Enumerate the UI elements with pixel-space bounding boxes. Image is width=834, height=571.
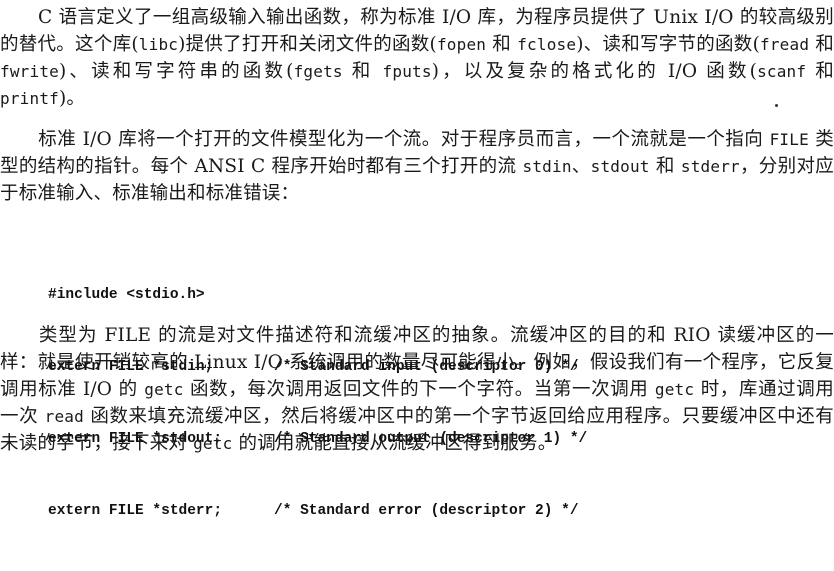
- text-run: )、读和写字节的函数(: [576, 34, 760, 55]
- text-run: )提供了打开和关闭文件的函数(: [178, 34, 437, 55]
- code-comment: /* Standard error (descriptor 2) */: [274, 503, 579, 519]
- code-file: FILE: [769, 130, 809, 149]
- code-fgets: fgets: [293, 62, 343, 81]
- text-run: 和: [806, 61, 834, 82]
- speck-mark: [775, 104, 778, 107]
- code-getc: getc: [144, 380, 184, 399]
- code-fwrite: fwrite: [0, 62, 59, 81]
- text-run: 函数，每次调用返回文件的下一个字符。当第一次调用: [183, 379, 655, 400]
- code-fputs: fputs: [382, 62, 432, 81]
- code-libc: libc: [138, 35, 179, 54]
- text-run: )。: [59, 88, 86, 109]
- code-scanf: scanf: [757, 62, 807, 81]
- paragraph-stdio-intro: C 语言定义了一组高级输入输出函数，称为标准 I/O 库，为程序员提供了 Uni…: [0, 4, 834, 112]
- code-line-stderr: extern FILE *stderr; /* Standard error (d…: [48, 499, 808, 523]
- text-run: 、: [571, 156, 591, 177]
- text-run: 和: [649, 156, 681, 177]
- code-decl: extern FILE *stderr;: [48, 503, 223, 519]
- text-run: 的调用就能直接从流缓冲区得到服务。: [232, 433, 557, 454]
- text-run: 和: [809, 34, 834, 55]
- text-run: 和: [342, 61, 383, 82]
- code-line-include: #include <stdio.h>: [48, 287, 205, 303]
- paragraph-stream-buffer: 类型为 FILE 的流是对文件描述符和流缓冲区的抽象。流缓冲区的目的和 RIO …: [0, 322, 834, 457]
- text-run: 标准 I/O 库将一个打开的文件模型化为一个流。对于程序员而言，一个流就是一个指…: [38, 129, 770, 150]
- code-getc: getc: [193, 434, 233, 453]
- text-run: )，以及复杂的格式化的 I/O 函数(: [431, 61, 758, 82]
- code-stdout: stdout: [590, 157, 650, 176]
- code-read: read: [44, 407, 84, 426]
- text-run: )、读和写字符串的函数(: [59, 61, 294, 82]
- code-fread: fread: [759, 35, 810, 54]
- code-printf: printf: [0, 89, 59, 108]
- paragraph-stream-model: 标准 I/O 库将一个打开的文件模型化为一个流。对于程序员而言，一个流就是一个指…: [0, 126, 834, 207]
- text-run: 和: [486, 34, 518, 55]
- code-getc: getc: [654, 380, 695, 399]
- code-stderr: stderr: [680, 157, 740, 176]
- document-page: C 语言定义了一组高级输入输出函数，称为标准 I/O 库，为程序员提供了 Uni…: [0, 0, 834, 519]
- code-fopen: fopen: [436, 35, 487, 54]
- code-stdin: stdin: [522, 157, 572, 176]
- code-fclose: fclose: [517, 35, 577, 54]
